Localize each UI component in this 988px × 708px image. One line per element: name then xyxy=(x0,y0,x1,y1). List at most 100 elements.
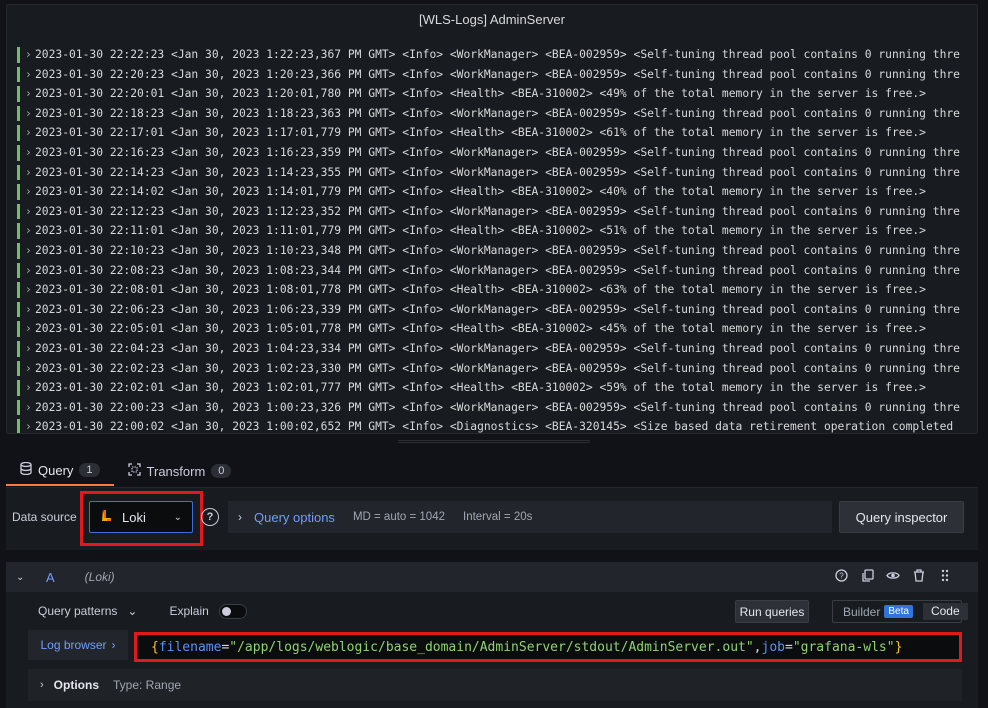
logs-panel: [WLS-Logs] AdminServer › 2023-01-30 22:22… xyxy=(6,4,978,434)
log-browser-label: Log browser xyxy=(40,638,107,652)
chevron-right-icon: › xyxy=(25,204,32,218)
log-row[interactable]: › 2023-01-30 22:02:23 <Jan 30, 2023 1:02:… xyxy=(17,359,977,379)
chevron-right-icon: › xyxy=(25,243,32,257)
drag-handle-icon[interactable] xyxy=(938,569,952,585)
explain-toggle-group: Explain xyxy=(169,603,247,619)
query-row-controls: Query patterns ⌄ Explain xyxy=(38,600,247,622)
chevron-right-icon: › xyxy=(25,420,32,433)
editor-tabs: Query 1 Transform 0 xyxy=(6,456,245,488)
query-row-a: ⌄ A (Loki) ? Query patterns ⌄ Explain Ru… xyxy=(6,562,978,708)
tab-query-count: 1 xyxy=(79,463,100,477)
log-line-text: 2023-01-30 22:02:23 <Jan 30, 2023 1:02:2… xyxy=(35,361,960,375)
log-line-text: 2023-01-30 22:16:23 <Jan 30, 2023 1:16:2… xyxy=(35,145,960,159)
builder-mode-option[interactable]: Builder Beta xyxy=(833,601,923,622)
query-inspector-button[interactable]: Query inspector xyxy=(839,501,964,533)
run-queries-button[interactable]: Run queries xyxy=(735,600,809,623)
log-list: › 2023-01-30 22:22:23 <Jan 30, 2023 1:22:… xyxy=(17,45,977,433)
chevron-right-icon: › xyxy=(25,302,32,316)
log-row[interactable]: › 2023-01-30 22:00:23 <Jan 30, 2023 1:00:… xyxy=(17,398,977,418)
query-patterns-label: Query patterns xyxy=(38,604,118,618)
chevron-right-icon: › xyxy=(25,87,32,101)
log-line-text: 2023-01-30 22:06:23 <Jan 30, 2023 1:06:2… xyxy=(35,302,960,316)
collapse-chevron-icon[interactable]: ⌄ xyxy=(16,572,30,583)
chevron-right-icon: › xyxy=(25,341,32,355)
chevron-right-icon: › xyxy=(238,510,242,524)
log-row[interactable]: › 2023-01-30 22:00:02 <Jan 30, 2023 1:00:… xyxy=(17,417,977,433)
token-label-filename: filename xyxy=(158,639,222,655)
log-row[interactable]: › 2023-01-30 22:18:23 <Jan 30, 2023 1:18:… xyxy=(17,104,977,124)
log-row[interactable]: › 2023-01-30 22:04:23 <Jan 30, 2023 1:04:… xyxy=(17,339,977,359)
explain-switch[interactable] xyxy=(218,603,247,619)
log-line-text: 2023-01-30 22:20:23 <Jan 30, 2023 1:20:2… xyxy=(35,67,960,81)
svg-text:?: ? xyxy=(839,572,844,581)
chevron-right-icon: › xyxy=(25,145,32,159)
log-line-text: 2023-01-30 22:18:23 <Jan 30, 2023 1:18:2… xyxy=(35,106,960,120)
log-line-text: 2023-01-30 22:00:02 <Jan 30, 2023 1:00:0… xyxy=(35,420,954,433)
query-row-header: ⌄ A (Loki) ? xyxy=(6,562,978,592)
log-line-text: 2023-01-30 22:12:23 <Jan 30, 2023 1:12:2… xyxy=(35,204,960,218)
chevron-right-icon: › xyxy=(25,381,32,395)
query-options-toggle[interactable]: › Query options MD = auto = 1042 Interva… xyxy=(228,501,832,533)
trash-icon[interactable] xyxy=(912,569,926,585)
beta-badge: Beta xyxy=(884,605,913,618)
tab-transform[interactable]: Transform 0 xyxy=(114,456,246,486)
token-close-brace: } xyxy=(894,639,903,655)
log-row[interactable]: › 2023-01-30 22:06:23 <Jan 30, 2023 1:06:… xyxy=(17,300,977,320)
log-line-text: 2023-01-30 22:11:01 <Jan 30, 2023 1:11:0… xyxy=(35,224,926,238)
log-row[interactable]: › 2023-01-30 22:22:23 <Jan 30, 2023 1:22:… xyxy=(17,45,977,65)
log-row[interactable]: › 2023-01-30 22:05:01 <Jan 30, 2023 1:05:… xyxy=(17,319,977,339)
duplicate-icon[interactable] xyxy=(860,569,874,585)
eye-icon[interactable] xyxy=(886,569,900,585)
log-line-text: 2023-01-30 22:05:01 <Jan 30, 2023 1:05:0… xyxy=(35,322,926,336)
chevron-right-icon: › xyxy=(25,165,32,179)
log-line-text: 2023-01-30 22:08:01 <Jan 30, 2023 1:08:0… xyxy=(35,283,926,297)
options-type: Type: Range xyxy=(113,678,182,692)
datasource-value: Loki xyxy=(122,509,146,525)
logql-query-editor[interactable]: { filename = "/app/logs/weblogic/base_do… xyxy=(134,632,962,662)
chevron-right-icon: › xyxy=(25,322,32,336)
log-row[interactable]: › 2023-01-30 22:02:01 <Jan 30, 2023 1:02:… xyxy=(17,378,977,398)
query-toolbar: Data source Loki ⌄ ? › Query options MD … xyxy=(6,488,978,550)
log-row[interactable]: › 2023-01-30 22:08:01 <Jan 30, 2023 1:08:… xyxy=(17,280,977,300)
log-row[interactable]: › 2023-01-30 22:20:01 <Jan 30, 2023 1:20:… xyxy=(17,84,977,104)
log-line-text: 2023-01-30 22:22:23 <Jan 30, 2023 1:22:2… xyxy=(35,48,960,61)
log-line-text: 2023-01-30 22:14:02 <Jan 30, 2023 1:14:0… xyxy=(35,185,926,199)
tab-transform-count: 0 xyxy=(211,464,232,478)
log-row[interactable]: › 2023-01-30 22:11:01 <Jan 30, 2023 1:11:… xyxy=(17,221,977,241)
log-row[interactable]: › 2023-01-30 22:16:23 <Jan 30, 2023 1:16:… xyxy=(17,143,977,163)
token-operator: = xyxy=(784,639,793,655)
database-icon xyxy=(20,461,32,478)
query-datasource-name: (Loki) xyxy=(84,570,115,584)
token-operator: = xyxy=(221,639,230,655)
datasource-picker[interactable]: Loki ⌄ xyxy=(89,501,193,533)
log-row[interactable]: › 2023-01-30 22:14:23 <Jan 30, 2023 1:14:… xyxy=(17,163,977,183)
query-patterns-dropdown[interactable]: Query patterns ⌄ xyxy=(38,604,137,618)
tab-query[interactable]: Query 1 xyxy=(6,456,114,486)
help-icon[interactable]: ? xyxy=(834,569,848,585)
chevron-right-icon: › xyxy=(25,400,32,414)
log-row[interactable]: › 2023-01-30 22:12:23 <Jan 30, 2023 1:12:… xyxy=(17,202,977,222)
chevron-right-icon: › xyxy=(25,106,32,120)
panel-resize-handle[interactable] xyxy=(398,440,590,443)
log-row[interactable]: › 2023-01-30 22:14:02 <Jan 30, 2023 1:14:… xyxy=(17,182,977,202)
token-value-filename: "/app/logs/weblogic/base_domain/AdminSer… xyxy=(229,639,754,655)
code-mode-option[interactable]: Code xyxy=(922,603,968,620)
token-open-brace: { xyxy=(151,639,159,655)
log-line-text: 2023-01-30 22:00:23 <Jan 30, 2023 1:00:2… xyxy=(35,400,960,414)
datasource-help-icon[interactable]: ? xyxy=(201,508,219,526)
log-row[interactable]: › 2023-01-30 22:08:23 <Jan 30, 2023 1:08:… xyxy=(17,261,977,281)
chevron-right-icon: › xyxy=(25,283,32,297)
chevron-right-icon: › xyxy=(25,224,32,238)
options-label: Options xyxy=(53,678,99,692)
chevron-right-icon: › xyxy=(25,361,32,375)
token-label-job: job xyxy=(761,639,785,655)
query-options-row[interactable]: › Options Type: Range xyxy=(28,669,962,701)
log-row[interactable]: › 2023-01-30 22:10:23 <Jan 30, 2023 1:10:… xyxy=(17,241,977,261)
chevron-down-icon: ⌄ xyxy=(127,604,138,618)
query-ref-id[interactable]: A xyxy=(46,570,55,585)
log-row[interactable]: › 2023-01-30 22:17:01 <Jan 30, 2023 1:17:… xyxy=(17,123,977,143)
log-browser-button[interactable]: Log browser › xyxy=(28,630,128,660)
query-actions: ? xyxy=(834,569,952,585)
log-row[interactable]: › 2023-01-30 22:20:23 <Jan 30, 2023 1:20:… xyxy=(17,65,977,85)
token-comma: , xyxy=(753,639,762,655)
